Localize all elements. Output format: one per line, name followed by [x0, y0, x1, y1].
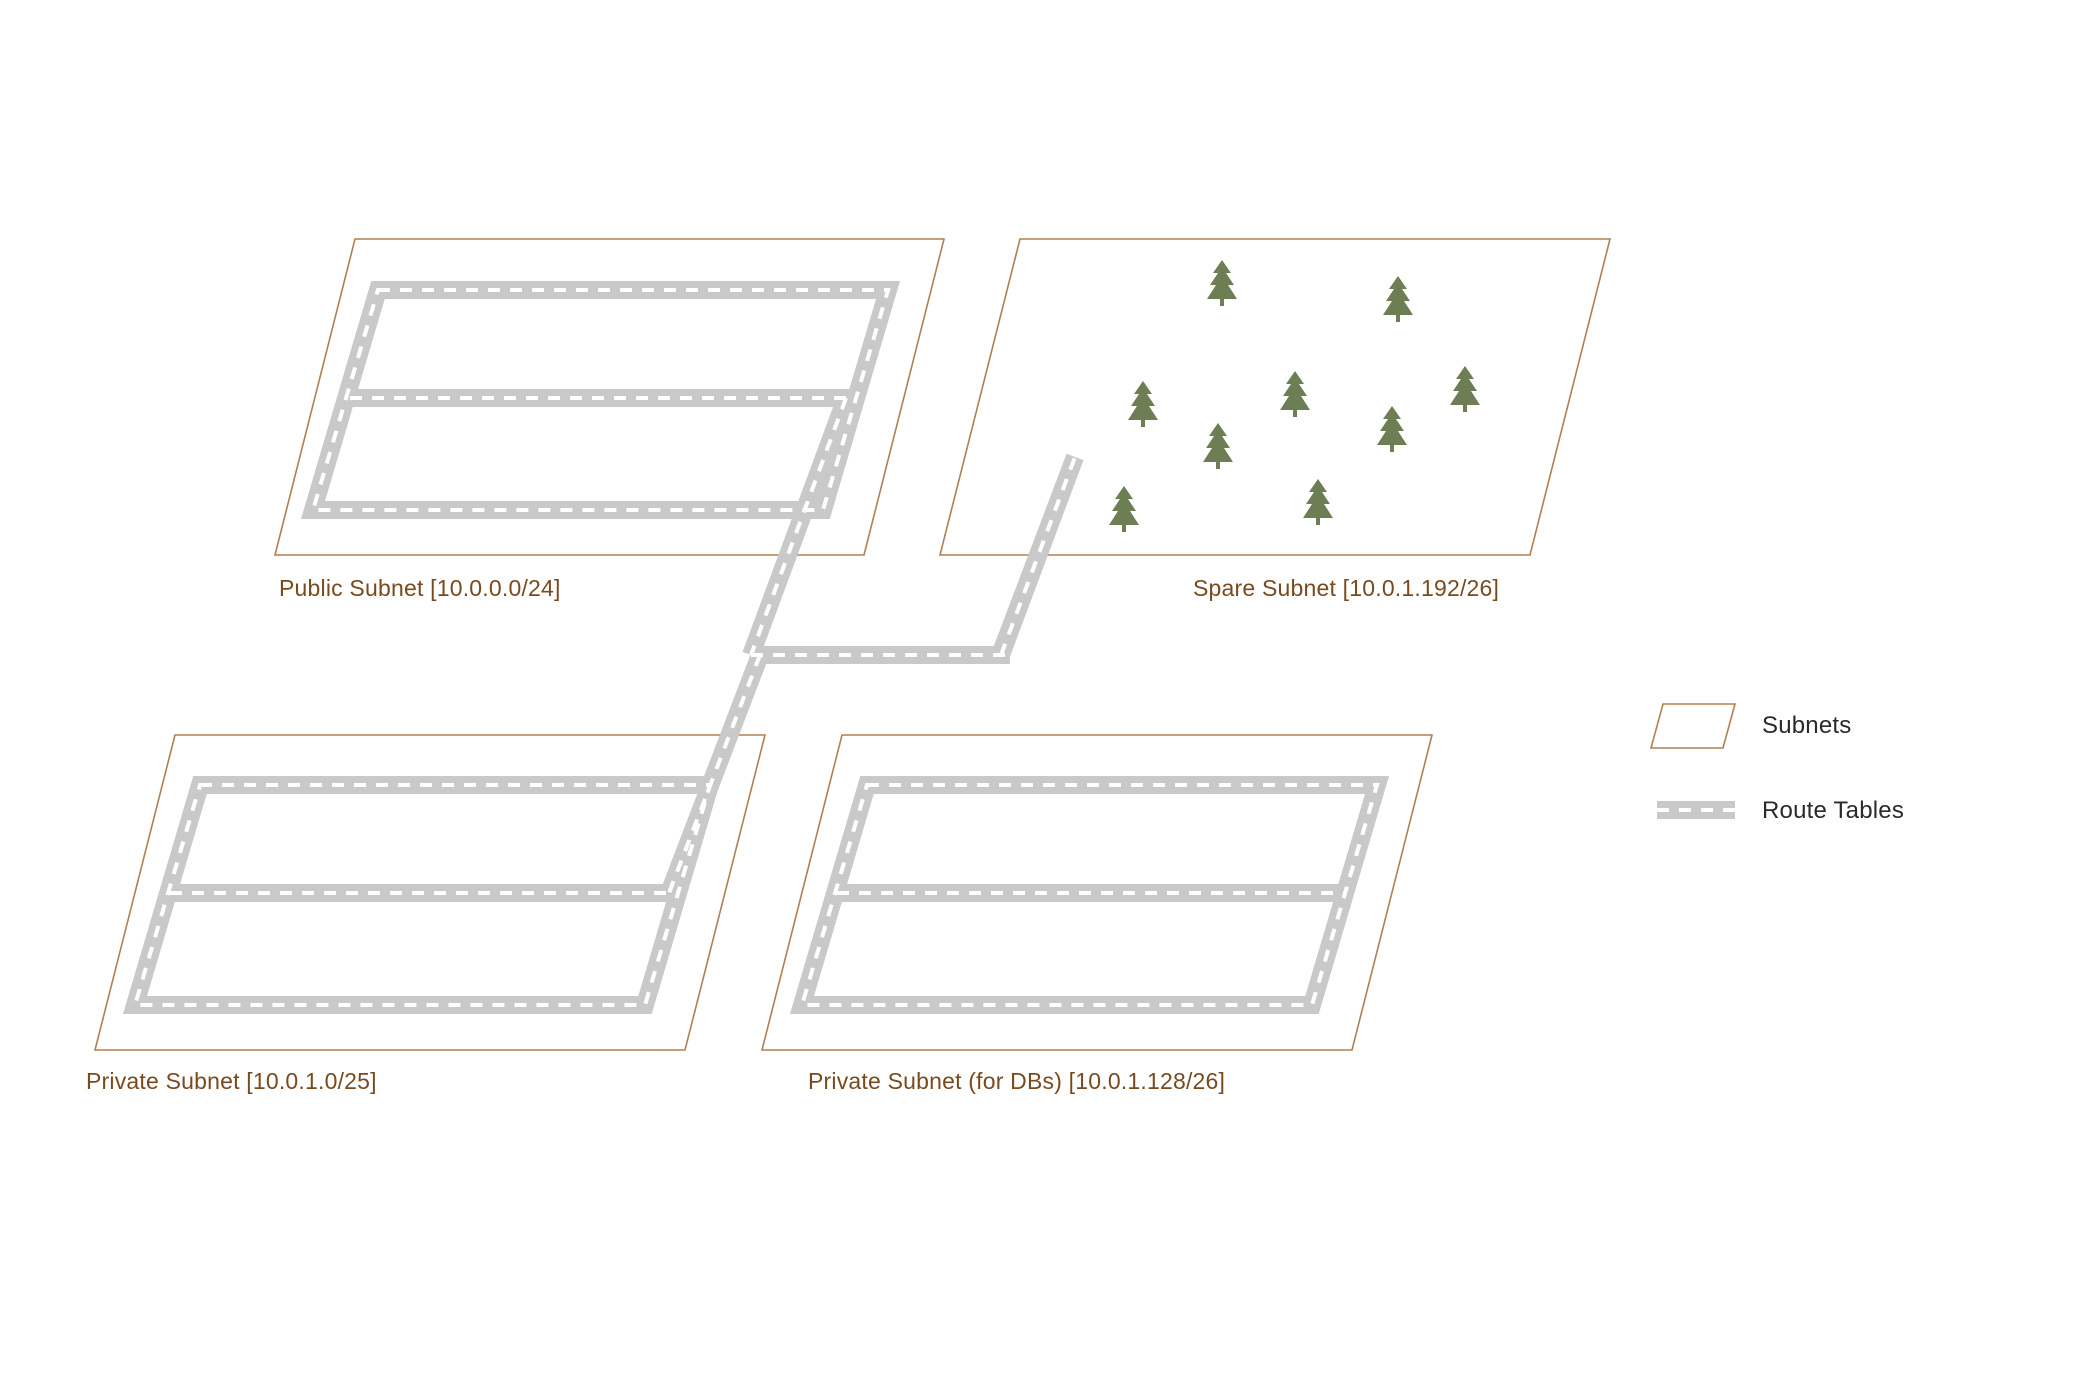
diagram-canvas: [0, 0, 2083, 1385]
legend: [1651, 704, 1735, 810]
legend-route-tables-label: Route Tables: [1762, 797, 1904, 825]
legend-subnets-label: Subnets: [1762, 712, 1851, 740]
label-spare-subnet: Spare Subnet [10.0.1.192/26]: [1193, 575, 1499, 602]
legend-subnet-swatch: [1651, 704, 1735, 748]
label-public-subnet: Public Subnet [10.0.0.0/24]: [279, 575, 561, 602]
road-connectors: [669, 398, 1089, 893]
spare-trees: [1109, 260, 1480, 532]
label-private-subnet: Private Subnet [10.0.1.0/25]: [86, 1068, 377, 1095]
label-private-db-subnet: Private Subnet (for DBs) [10.0.1.128/26]: [808, 1068, 1225, 1095]
subnet-spare: [940, 239, 1610, 555]
